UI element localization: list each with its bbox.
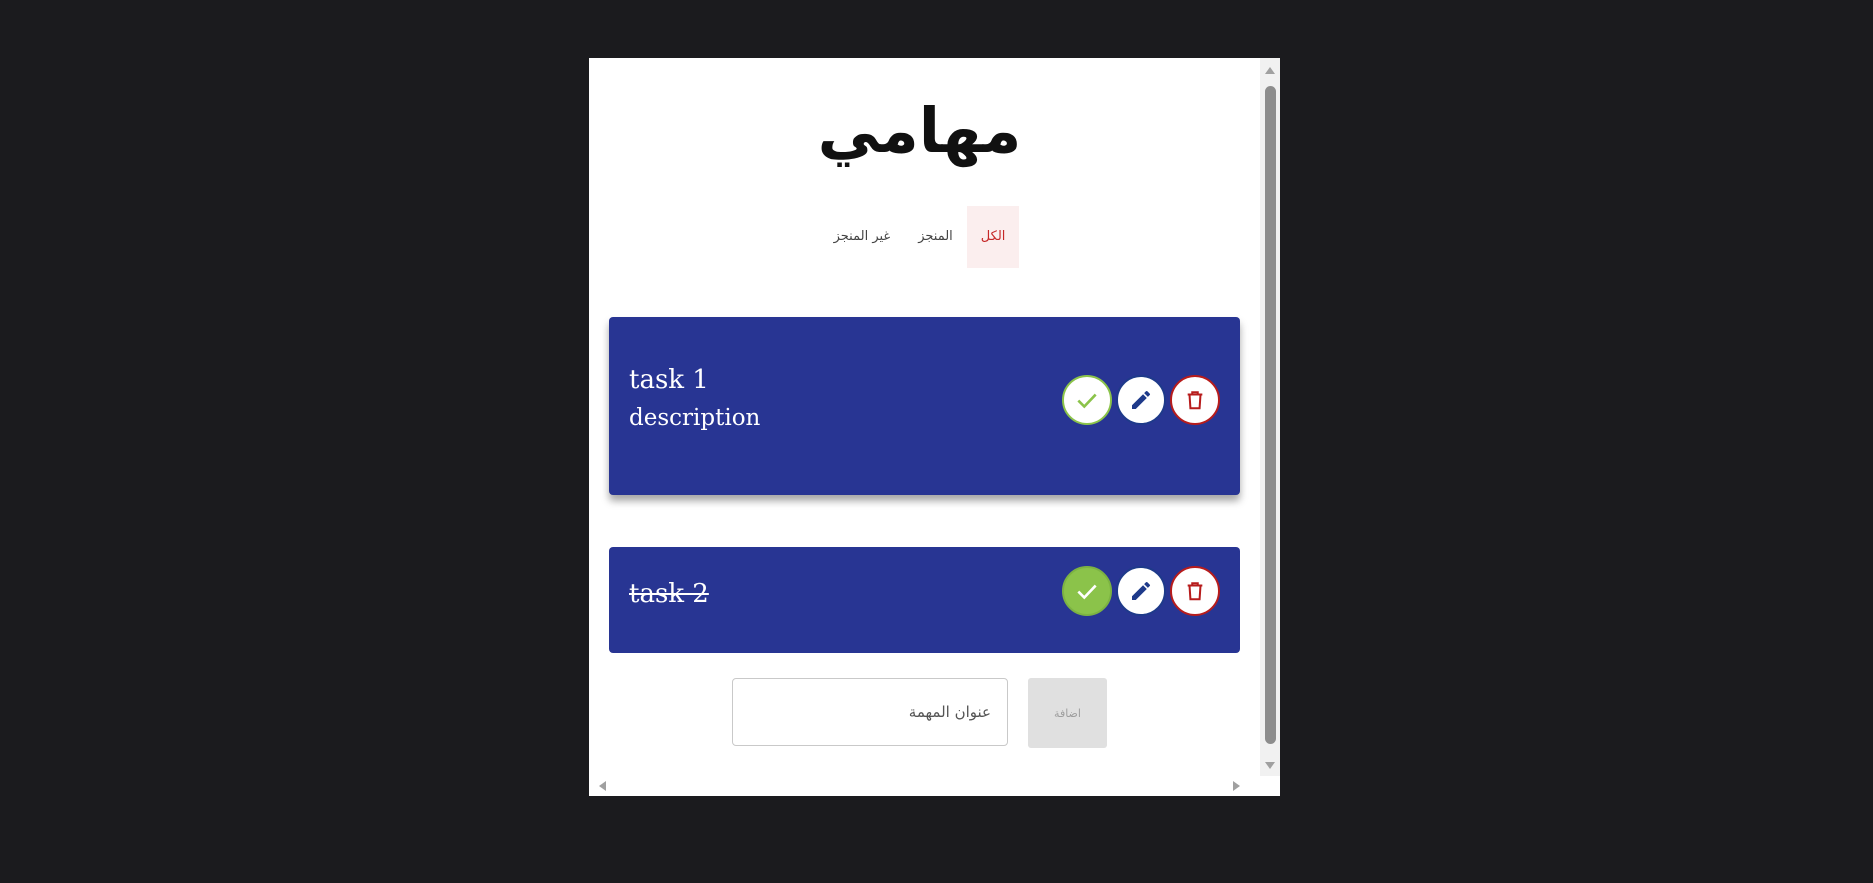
scroll-left-icon[interactable] (599, 781, 606, 791)
delete-button[interactable] (1170, 566, 1220, 616)
scroll-right-icon[interactable] (1233, 781, 1240, 791)
task-title: task 2 (629, 579, 709, 609)
tab-not-done[interactable]: غير المنجز (820, 206, 905, 268)
task-title: task 1 (629, 365, 709, 395)
pencil-icon (1132, 390, 1151, 409)
check-icon (1077, 393, 1097, 409)
horizontal-scrollbar[interactable] (589, 776, 1260, 796)
add-button[interactable]: اضافة (1028, 678, 1107, 748)
filter-tabs: الكل المنجز غير المنجز (589, 206, 1250, 268)
edit-button[interactable] (1116, 375, 1166, 425)
complete-button[interactable] (1062, 566, 1112, 616)
trash-icon (1187, 582, 1203, 601)
edit-button[interactable] (1116, 566, 1166, 616)
task-description: description (629, 405, 761, 431)
pencil-icon (1132, 581, 1151, 600)
task-actions (1062, 566, 1220, 616)
task-card: task 1 description (609, 317, 1240, 495)
scroll-up-icon[interactable] (1265, 67, 1275, 74)
todo-card: مهامي الكل المنجز غير المنجز task 1 desc… (589, 58, 1280, 796)
delete-button[interactable] (1170, 375, 1220, 425)
task-title-input[interactable] (732, 678, 1008, 746)
scroll-down-icon[interactable] (1265, 762, 1275, 769)
tab-done[interactable]: المنجز (904, 206, 967, 268)
check-icon (1077, 584, 1097, 600)
page-title: مهامي (817, 94, 1022, 167)
complete-button[interactable] (1062, 375, 1112, 425)
task-actions (1062, 375, 1220, 425)
trash-icon (1187, 391, 1203, 410)
add-task-form: اضافة (589, 678, 1250, 748)
vertical-scrollbar[interactable] (1260, 58, 1280, 776)
tab-all[interactable]: الكل (966, 206, 1020, 268)
task-card: task 2 (609, 547, 1240, 653)
scroll-thumb[interactable] (1265, 86, 1276, 744)
